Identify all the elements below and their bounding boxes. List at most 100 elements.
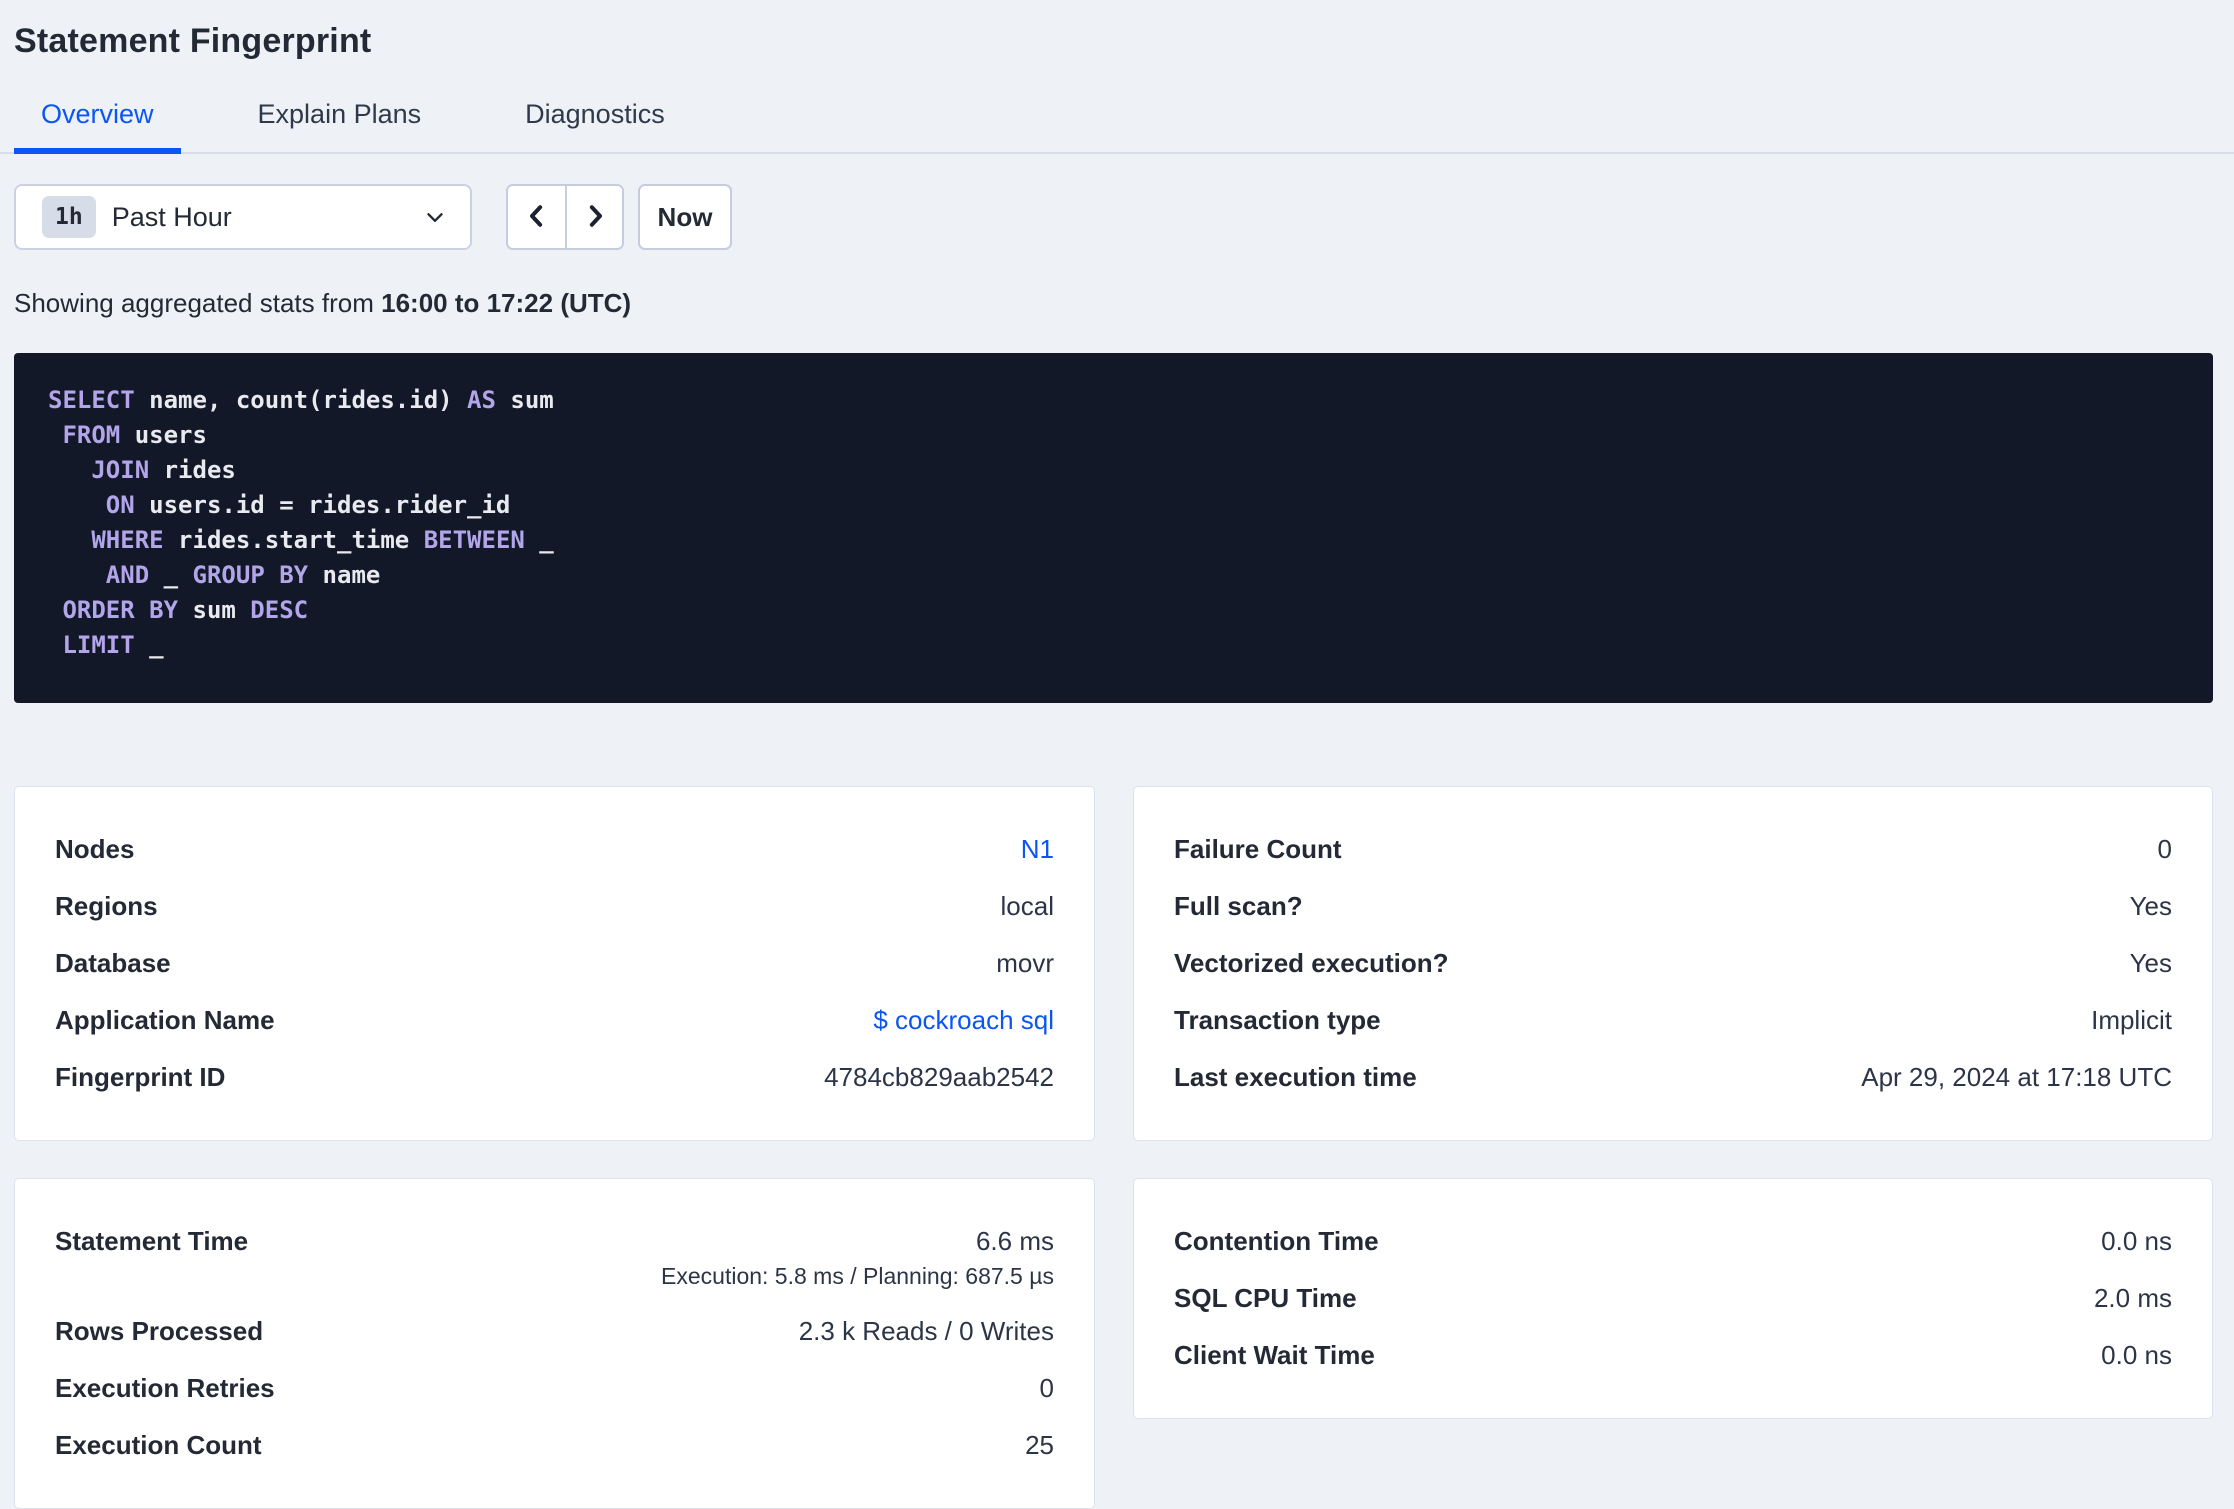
time-controls: 1h Past Hour Now [14, 184, 2213, 250]
sql-token: sum [178, 596, 251, 624]
row-label: SQL CPU Time [1174, 1283, 1357, 1313]
sql-token: GROUP BY [192, 561, 309, 589]
row-client-wait-time: Client Wait Time 0.0 ns [1174, 1327, 2172, 1384]
sql-token: JOIN [91, 456, 150, 484]
sql-token: _ [149, 561, 193, 589]
now-button[interactable]: Now [638, 184, 732, 250]
sql-token: rides.start_time [163, 526, 424, 554]
sql-line: SELECT name, count(rides.id) AS sum [48, 383, 2179, 418]
sql-token: _ [524, 526, 554, 554]
row-rows-processed: Rows Processed 2.3 k Reads / 0 Writes [55, 1303, 1054, 1360]
row-value: Implicit [2091, 1005, 2172, 1035]
row-value: Yes [2129, 948, 2172, 978]
row-value: 6.6 ms [975, 1226, 1054, 1256]
row-value: 2.3 k Reads / 0 Writes [798, 1316, 1054, 1346]
row-value: 0 [1039, 1373, 1054, 1403]
application-name-link[interactable]: $ cockroach sql [873, 1005, 1054, 1036]
row-sql-cpu-time: SQL CPU Time 2.0 ms [1174, 1270, 2172, 1327]
row-last-execution-time: Last execution time Apr 29, 2024 at 17:1… [1174, 1049, 2172, 1106]
sql-token: AS [467, 386, 496, 414]
row-label: Execution Count [55, 1430, 262, 1460]
row-label: Fingerprint ID [55, 1062, 226, 1092]
row-label: Execution Retries [55, 1373, 275, 1403]
sql-token: ON [105, 491, 135, 519]
sql-line: ORDER BY sum DESC [48, 593, 2179, 628]
sql-token: FROM [62, 421, 121, 449]
tab-bar: Overview Explain Plans Diagnostics [0, 99, 2234, 154]
statement-timing-card: Statement Time 6.6 ms Execution: 5.8 ms … [14, 1178, 1095, 1509]
chevron-down-icon [422, 204, 448, 230]
row-label: Client Wait Time [1174, 1340, 1375, 1370]
row-value: movr [996, 948, 1054, 978]
row-value: 25 [1025, 1430, 1054, 1460]
row-contention-time: Contention Time 0.0 ns [1174, 1213, 2172, 1270]
row-label: Vectorized execution? [1174, 948, 1449, 978]
sql-line: FROM users [48, 418, 2179, 453]
sql-line: LIMIT _ [48, 628, 2179, 663]
sql-token: name [308, 561, 381, 589]
aggregated-stats-line: Showing aggregated stats from 16:00 to 1… [14, 288, 2213, 319]
row-execution-retries: Execution Retries 0 [55, 1360, 1054, 1417]
row-value: Yes [2129, 891, 2172, 921]
tab-overview[interactable]: Overview [14, 99, 181, 154]
chevron-right-icon [580, 201, 610, 234]
row-regions: Regions local [55, 878, 1054, 935]
summary-cards: Nodes N1 Regions local Database movr App… [14, 786, 2213, 1509]
sql-line: AND _ GROUP BY name [48, 558, 2179, 593]
row-label: Transaction type [1174, 1005, 1381, 1035]
statement-time-values: 6.6 ms Execution: 5.8 ms / Planning: 687… [661, 1226, 1054, 1290]
row-value: 2.0 ms [2093, 1283, 2172, 1313]
row-value: local [1000, 891, 1054, 921]
row-nodes: Nodes N1 [55, 821, 1054, 878]
row-transaction-type: Transaction type Implicit [1174, 992, 2172, 1049]
previous-time-button[interactable] [508, 186, 565, 248]
row-application-name: Application Name $ cockroach sql [55, 992, 1054, 1049]
row-label: Rows Processed [55, 1316, 264, 1346]
time-range-dropdown[interactable]: 1h Past Hour [14, 184, 472, 250]
sql-token: rides [149, 456, 236, 484]
sql-line: WHERE rides.start_time BETWEEN _ [48, 523, 2179, 558]
stats-line-range: 16:00 to 17:22 (UTC) [381, 288, 632, 318]
next-time-button[interactable] [565, 186, 622, 248]
row-label: Application Name [55, 1005, 275, 1035]
row-label: Regions [55, 891, 158, 921]
sql-token: DESC [250, 596, 309, 624]
sql-line: JOIN rides [48, 453, 2179, 488]
row-label: Failure Count [1174, 834, 1342, 864]
sql-token: sum [495, 386, 554, 414]
nodes-link[interactable]: N1 [1021, 834, 1054, 865]
tab-diagnostics[interactable]: Diagnostics [498, 99, 692, 154]
row-subvalue: Execution: 5.8 ms / Planning: 687.5 µs [661, 1263, 1054, 1289]
execution-attributes-card: Failure Count 0 Full scan? Yes Vectorize… [1133, 786, 2213, 1141]
row-label: Statement Time [55, 1226, 249, 1256]
sql-token: ORDER BY [62, 596, 179, 624]
sql-token: users.id = rides.rider_id [134, 491, 511, 519]
row-value: 0.0 ns [2101, 1226, 2172, 1256]
row-full-scan: Full scan? Yes [1174, 878, 2172, 935]
row-value: 0.0 ns [2101, 1340, 2172, 1370]
sql-line: ON users.id = rides.rider_id [48, 488, 2179, 523]
wait-time-card: Contention Time 0.0 ns SQL CPU Time 2.0 … [1133, 1178, 2213, 1419]
row-vectorized-execution: Vectorized execution? Yes [1174, 935, 2172, 992]
sql-token: users [120, 421, 207, 449]
sql-token: WHERE [91, 526, 164, 554]
statement-fingerprint-page: Statement Fingerprint Overview Explain P… [0, 0, 2234, 1509]
sql-token: BETWEEN [423, 526, 525, 554]
row-fingerprint-id: Fingerprint ID 4784cb829aab2542 [55, 1049, 1054, 1106]
statement-details-card: Nodes N1 Regions local Database movr App… [14, 786, 1095, 1141]
sql-token: name, count(rides.id) [134, 386, 468, 414]
sql-statement-box: SELECT name, count(rides.id) AS sum FROM… [14, 353, 2213, 703]
tab-explain-plans[interactable]: Explain Plans [231, 99, 449, 154]
row-failure-count: Failure Count 0 [1174, 821, 2172, 878]
time-interval-badge: 1h [42, 196, 96, 238]
sql-token: SELECT [48, 386, 135, 414]
sql-token: _ [134, 631, 164, 659]
stats-line-prefix: Showing aggregated stats from [14, 288, 382, 318]
row-label: Last execution time [1174, 1062, 1417, 1092]
